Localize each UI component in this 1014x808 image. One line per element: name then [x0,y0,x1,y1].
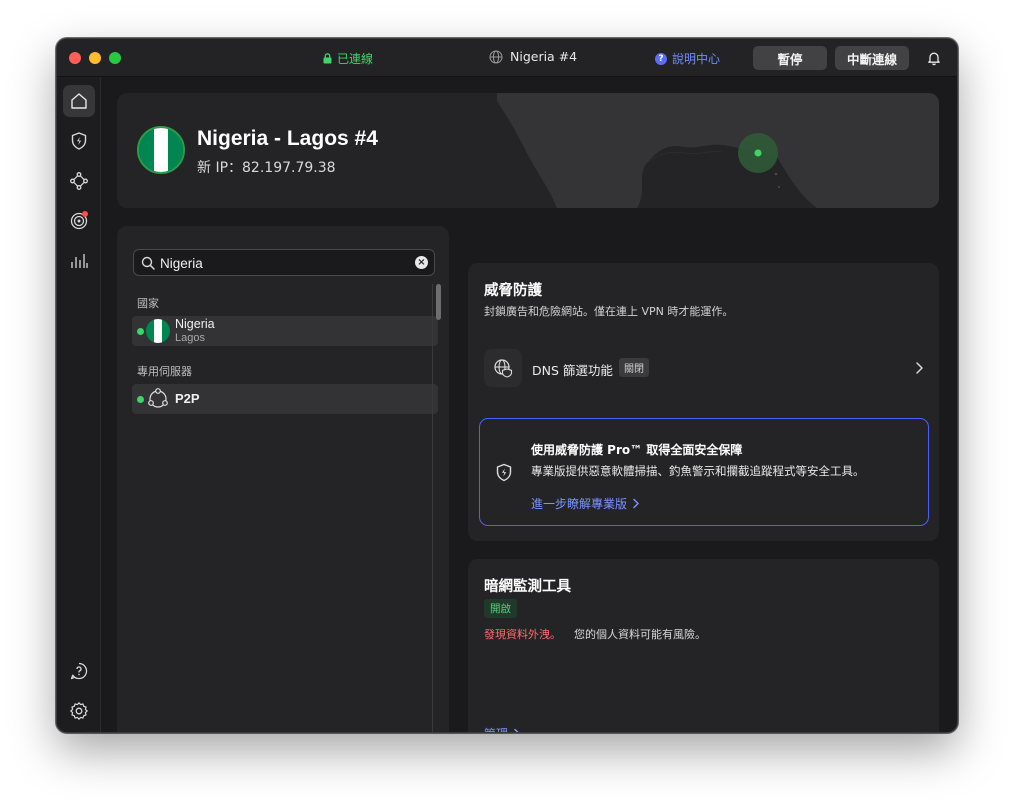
sidebar-item-statistics[interactable] [63,245,95,277]
close-window-button[interactable] [69,52,81,64]
threat-protection-card: 威脅防護 封鎖廣告和危險網站。僅在連上 VPN 時才能運作。 DNS 篩選功能 … [468,263,939,541]
mesh-network-icon [70,172,88,190]
bell-icon[interactable] [926,50,942,66]
world-map[interactable] [497,93,939,208]
server-item-city: Lagos [175,332,205,344]
title-bar: 已連線 Nigeria #4 ? 說明中心 暫停 中斷連線 [57,39,957,77]
help-icon [70,662,88,680]
shield-bolt-icon [71,132,87,150]
dark-web-monitor-card: 暗網監測工具 開啟 發現資料外洩。 您的個人資料可能有風險。 管理 [468,559,939,732]
connection-card: Nigeria - Lagos #4 新 IP：82.197.79.38 [117,93,939,208]
minimize-window-button[interactable] [89,52,101,64]
lock-icon [323,53,332,64]
sidebar-item-threat-protection[interactable] [63,125,95,157]
sidebar-item-meshnet[interactable] [63,165,95,197]
scrollbar-track [432,284,433,732]
nigeria-flag-icon [137,126,185,174]
server-list-panel: × 國家 Nigeria Lagos 專用伺服器 [117,226,449,732]
shield-bolt-icon [496,463,512,482]
leak-alert-text: 發現資料外洩。 [484,628,561,641]
sidebar-item-dark-web-monitor[interactable] [63,205,95,237]
chevron-right-icon [633,498,639,509]
server-item-nigeria[interactable]: Nigeria Lagos [132,316,438,346]
scrollbar-thumb[interactable] [436,284,441,320]
manage-label: 管理 [484,725,508,732]
dns-filter-label: DNS 篩選功能 [532,363,613,378]
question-icon: ? [655,52,667,65]
current-server-label: Nigeria #4 [510,49,578,64]
search-input[interactable] [160,254,410,272]
server-item-name: P2P [175,391,200,406]
sidebar-item-help[interactable] [63,655,95,687]
threat-protection-subtitle: 封鎖廣告和危險網站。僅在連上 VPN 時才能運作。 [484,305,734,318]
sidebar-item-settings[interactable] [63,695,95,727]
chevron-right-icon [916,362,923,374]
current-server: Nigeria #4 [489,49,577,64]
clear-search-icon[interactable]: × [415,256,428,269]
disconnect-button[interactable]: 中斷連線 [835,46,909,70]
server-item-p2p[interactable]: P2P [132,384,438,414]
zoom-window-button[interactable] [109,52,121,64]
server-location-title: Nigeria - Lagos #4 [197,127,378,150]
leak-risk-text: 您的個人資料可能有風險。 [574,628,706,641]
promo-description: 專業版提供惡意軟體掃描、釣魚警示和攔截追蹤程式等安全工具。 [531,464,865,478]
pause-button[interactable]: 暫停 [753,46,827,70]
new-ip-address: 新 IP：82.197.79.38 [197,160,336,176]
sidebar [57,77,101,732]
server-item-name: Nigeria [175,317,215,331]
online-status-dot [137,328,144,335]
learn-more-pro-link[interactable]: 進一步瞭解專業版 [531,495,640,512]
promo-title: 使用威脅防護 Pro™ 取得全面安全保障 [531,443,743,457]
search-icon [141,256,155,270]
dns-status-badge: 關閉 [619,358,649,377]
p2p-icon [148,388,168,408]
learn-more-label: 進一步瞭解專業版 [531,497,628,511]
dns-icon-container [484,349,522,387]
globe-shield-icon [494,359,513,378]
dark-web-monitor-title: 暗網監測工具 [484,579,571,595]
nigeria-flag-icon [146,319,170,343]
online-status-dot [137,396,144,403]
threat-pro-promo: 使用威脅防護 Pro™ 取得全面安全保障 專業版提供惡意軟體掃描、釣魚警示和攔截… [479,418,929,526]
connection-status-label: 已連線 [337,52,374,66]
app-window: 已連線 Nigeria #4 ? 說明中心 暫停 中斷連線 Nigeria - … [56,38,958,733]
notification-dot [82,211,88,217]
connection-status: 已連線 [323,50,373,67]
section-label-dedicated: 專用伺服器 [137,365,192,378]
help-center-label: 說明中心 [672,52,721,66]
monitor-status-badge: 開啟 [484,599,517,618]
chevron-right-icon [514,728,519,732]
threat-protection-title: 威脅防護 [484,283,542,299]
search-box: × [133,249,435,276]
manage-link[interactable]: 管理 [484,725,521,732]
help-center-link[interactable]: ? 說明中心 [655,50,720,67]
globe-icon [489,50,503,63]
sidebar-item-home[interactable] [63,85,95,117]
settings-icon [70,702,88,720]
bar-chart-icon [71,254,88,268]
home-icon [71,93,87,109]
section-label-countries: 國家 [137,297,159,310]
dns-filter-row[interactable]: DNS 篩選功能 關閉 [484,349,924,387]
main-content: Nigeria - Lagos #4 新 IP：82.197.79.38 × 國… [101,77,957,732]
